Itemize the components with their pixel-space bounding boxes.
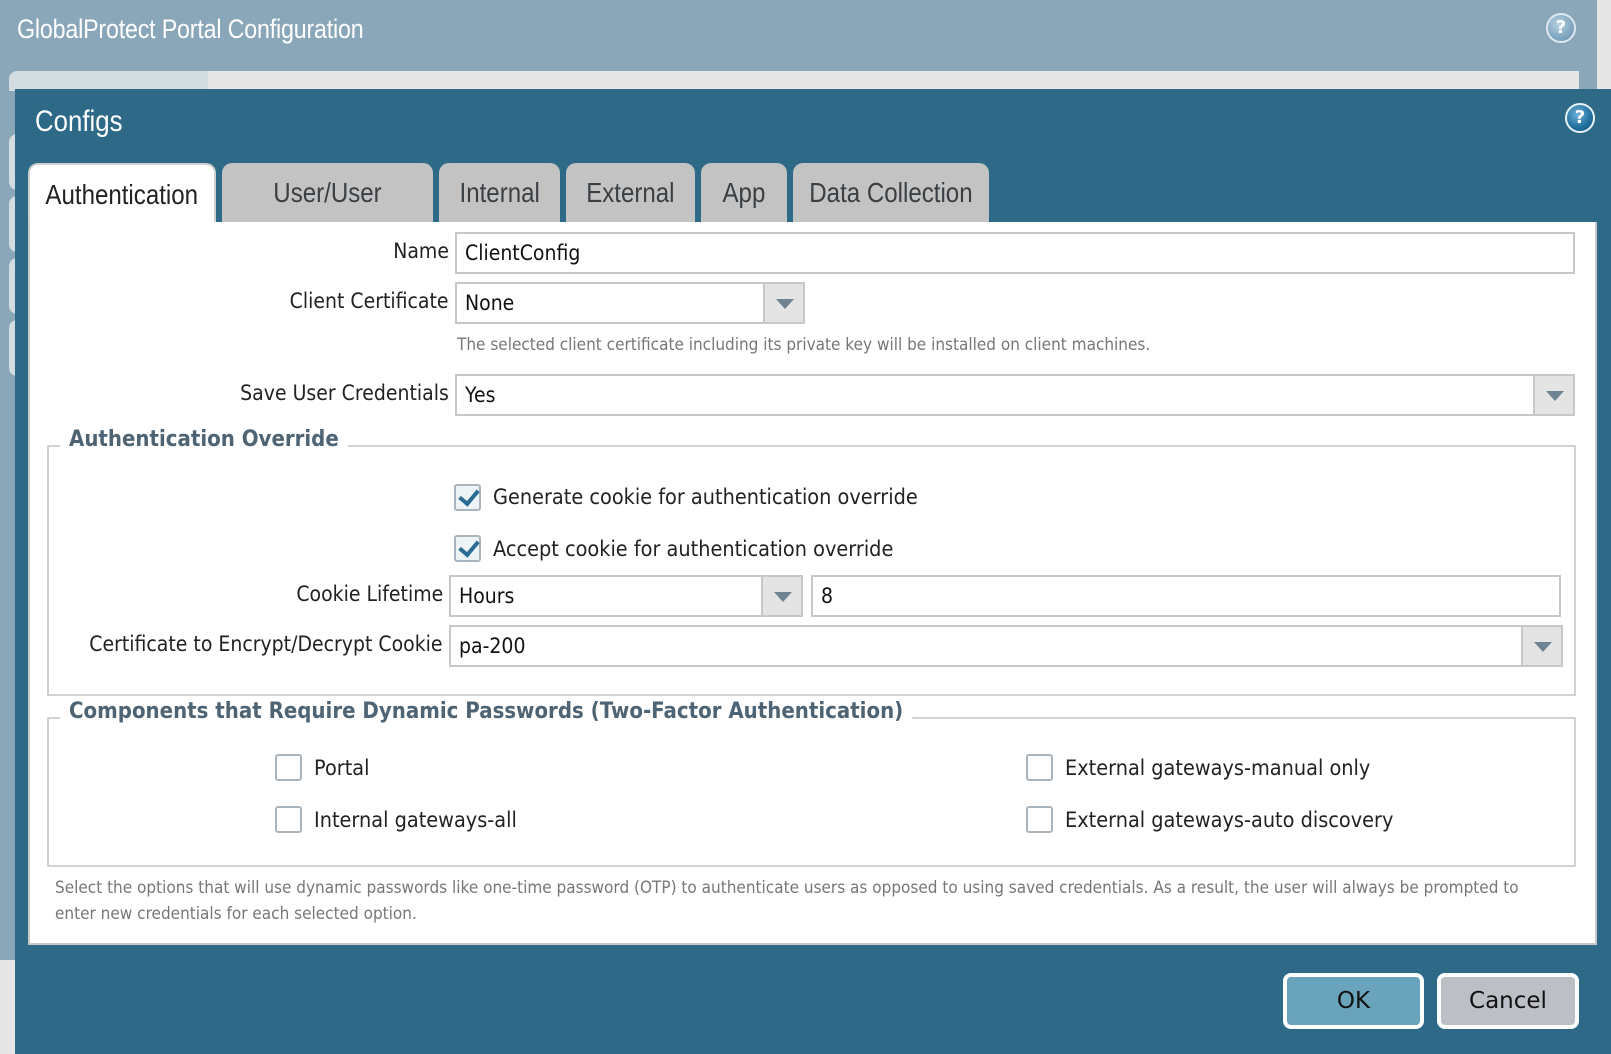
tab-external[interactable]: External [566,163,695,222]
outer-tab-strip [208,71,1579,91]
cookie-lifetime-unit-select[interactable]: Hours [449,575,803,617]
external-gateways-manual-label: External gateways-manual only [1065,756,1371,780]
tab-internal[interactable]: Internal [439,163,560,222]
external-gateways-manual-checkbox[interactable] [1026,754,1053,781]
dynamic-passwords-note-line1: Select the options that will use dynamic… [55,878,1519,898]
client-certificate-hint: The selected client certificate includin… [457,335,1151,355]
save-user-credentials-label: Save User Credentials [240,381,449,405]
client-certificate-label: Client Certificate [290,289,449,313]
outer-tab [9,71,209,91]
authentication-panel: Name ClientConfig Client Certificate Non… [28,222,1597,945]
external-gateways-auto-checkbox[interactable] [1026,806,1053,833]
cookie-lifetime-input[interactable]: 8 [811,575,1561,617]
client-certificate-select[interactable]: None [455,282,805,324]
portal-label: Portal [314,756,370,780]
client-certificate-value: None [465,291,515,315]
internal-gateways-all-checkbox[interactable] [275,806,302,833]
accept-cookie-checkbox[interactable] [454,535,481,562]
chevron-down-icon[interactable] [763,284,803,322]
tab-label: Internal [459,177,540,208]
question-circle-icon: ? [1546,13,1576,43]
question-circle-icon: ? [1565,103,1595,133]
tab-label: App [722,177,766,208]
tab-user-user-group[interactable]: User/User Group [222,163,433,268]
tab-label: Authentication [45,179,199,210]
tab-label: Data Collection [809,177,973,208]
tab-authentication[interactable]: Authentication [28,163,216,224]
tab-label: External [586,177,675,208]
outer-help-button[interactable]: ? [1546,13,1576,43]
name-value: ClientConfig [465,241,581,265]
dialog-help-button[interactable]: ? [1565,103,1595,133]
cookie-lifetime-unit-value: Hours [459,584,515,608]
name-label: Name [393,239,449,263]
outer-dialog-title: GlobalProtect Portal Configuration [17,14,364,44]
authentication-override-legend: Authentication Override [60,427,348,452]
dynamic-passwords-note-line2: enter new credentials for each selected … [55,904,417,924]
save-user-credentials-select[interactable]: Yes [455,374,1575,416]
chevron-down-icon[interactable] [1521,627,1561,665]
cookie-certificate-label: Certificate to Encrypt/Decrypt Cookie [89,632,443,656]
chevron-down-icon[interactable] [1533,376,1573,414]
dynamic-passwords-legend: Components that Require Dynamic Password… [60,699,913,724]
tab-data-collection[interactable]: Data Collection [793,163,989,222]
dialog-title: Configs [35,105,123,138]
dynamic-passwords-section [47,717,1576,867]
accept-cookie-label: Accept cookie for authentication overrid… [493,537,894,561]
external-gateways-auto-label: External gateways-auto discovery [1065,808,1394,832]
cookie-certificate-select[interactable]: pa-200 [449,625,1563,667]
save-user-credentials-value: Yes [465,383,496,407]
name-input[interactable]: ClientConfig [455,232,1575,274]
cookie-certificate-value: pa-200 [459,634,526,658]
chevron-down-icon[interactable] [761,577,801,615]
internal-gateways-all-label: Internal gateways-all [314,808,517,832]
generate-cookie-label: Generate cookie for authentication overr… [493,485,918,509]
cookie-lifetime-label: Cookie Lifetime [296,582,443,606]
generate-cookie-checkbox[interactable] [454,484,481,511]
ok-button[interactable]: OK [1283,973,1424,1029]
tab-app[interactable]: App [701,163,787,222]
portal-checkbox[interactable] [275,754,302,781]
cancel-button[interactable]: Cancel [1437,973,1579,1029]
cookie-lifetime-value: 8 [821,584,834,608]
configs-dialog: Configs ? Authentication User/User Group… [15,89,1611,1054]
